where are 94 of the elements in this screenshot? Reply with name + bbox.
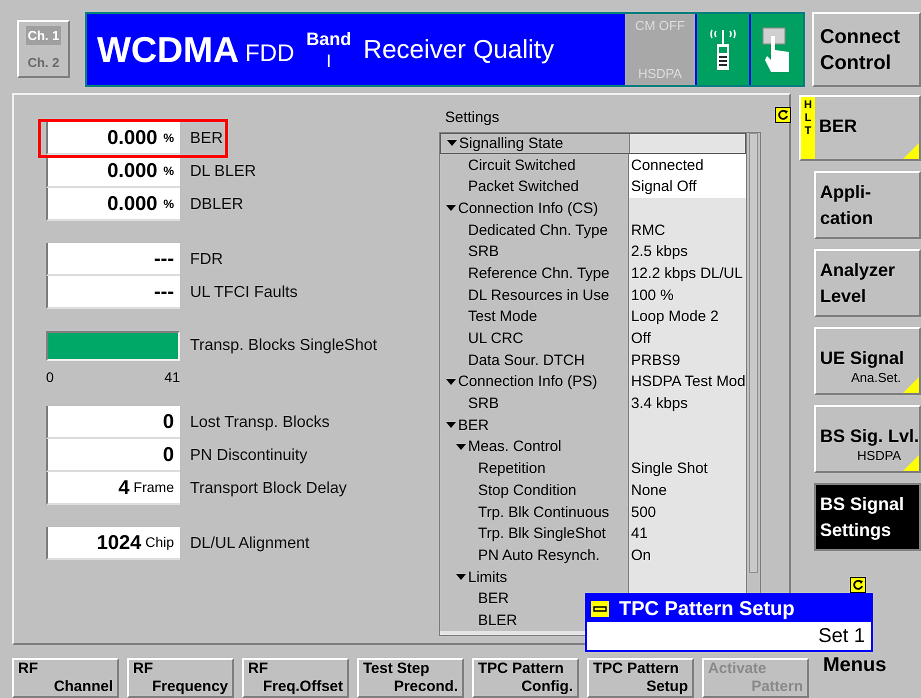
bottom-softkey[interactable]: TPC Pattern Config. [472,658,579,698]
setting-name[interactable]: Limits [468,570,508,585]
softkey-label: BER [818,115,857,138]
setting-value[interactable]: 2.5 kbps [631,244,688,260]
softkey-label: UE Signal [820,347,904,370]
setting-name[interactable]: BER [458,418,489,433]
result-label: DBLER [190,194,244,214]
setting-value[interactable]: Off [631,331,651,346]
value-cell[interactable]: Signal Off [628,176,746,198]
setting-value[interactable]: 12.2 kbps DL/UL [631,266,743,281]
touch-status[interactable] [751,14,803,85]
expand-arrow-icon[interactable] [446,204,456,212]
result-label: PN Discontinuity [190,446,308,466]
setting-name[interactable]: BLER [478,612,518,628]
expand-arrow-icon[interactable] [447,139,457,148]
softkey-label: Analyzer Level [820,259,896,308]
expand-arrow-icon[interactable] [446,378,456,386]
result-label: Lost Transp. Blocks [190,412,330,432]
softkey[interactable]: Analyzer Level [814,249,921,317]
bottom-softkey[interactable]: TPC Pattern Setup [587,658,694,698]
phone-status[interactable] [697,14,749,85]
value-cell[interactable]: Connected [628,154,746,176]
result-label: UL TFCI Faults [190,282,298,302]
mobile-phone-icon [708,28,738,72]
result-value: 0.000 [107,158,158,184]
setting-value[interactable]: 500 [631,504,656,520]
setting-value[interactable]: None [631,482,667,498]
result-label: Transp. Blocks SingleShot [190,336,378,356]
setting-name[interactable]: SRB [468,396,499,412]
softkey[interactable]: BS Signal Settings [814,483,921,551]
popup-title: TPC Pattern Setup [619,596,795,622]
setting-name[interactable]: SRB [468,244,499,260]
result-unit: % [163,162,174,180]
popup-field[interactable]: Set 1 [587,622,871,650]
menu-corner-icon [903,455,919,471]
softkey[interactable]: UE Signal Ana.Set. [814,327,921,395]
softkey[interactable]: BS Sig. Lvl. HSDPA [814,405,921,473]
refresh-icon[interactable] [775,107,791,123]
setting-value[interactable]: PRBS9 [631,352,680,368]
setting-value[interactable]: 3.4 kbps [631,396,688,412]
scale-min: 0 [46,368,54,387]
bottom-softkey[interactable]: Test Step Precond. [357,658,464,698]
menus-label[interactable]: Menus [823,650,886,680]
result-unit: % [163,196,174,212]
refresh-icon[interactable] [850,577,866,593]
setting-value[interactable]: 100 % [631,288,674,303]
softkey-label: Appli- cation [820,181,873,230]
bottom-softkey[interactable]: RF Channel [12,658,119,698]
application-title: Receiver Quality [363,33,554,66]
hlt-tag: HLT [800,97,815,159]
result-label: FDR [190,250,223,270]
band-value: I [326,52,332,70]
expand-arrow-icon[interactable] [456,573,466,582]
connect-control-button[interactable]: Connect Control [812,12,921,87]
standard-mode: FDD [244,38,294,68]
softkey-label: BS Signal Settings [820,493,904,542]
result-value: --- [154,246,174,272]
result-unit: Frame [134,478,174,497]
selected-row[interactable]: Signalling State [440,132,746,154]
result-value: 0.000 [107,126,158,150]
softkey[interactable]: Appli- cation [814,171,921,239]
setting-name[interactable]: BER [478,591,509,606]
setting-value[interactable]: RMC [631,222,666,238]
band-label: Band [306,30,352,48]
bottom-softkey[interactable]: RF Freq.Offset [242,658,349,698]
setting-value[interactable]: 41 [631,526,648,542]
softkey-sublabel: HSDPA [856,449,902,462]
standard-title: WCDMA [97,32,239,68]
menu-corner-icon [903,377,919,393]
minimize-icon[interactable] [591,600,609,616]
result-label: BER [190,128,223,148]
scale-max: 41 [164,368,180,387]
result-value: 0 [162,410,174,434]
setting-value[interactable]: On [631,548,652,563]
result-label: Transport Block Delay [190,478,347,498]
result-unit: Chip [145,533,174,552]
menu-corner-icon [903,143,919,159]
bottom-softkey[interactable]: RF Frequency [127,658,234,698]
softkey-sublabel: Ana.Set. [850,371,902,384]
result-value: 0 [162,442,174,468]
setting-value[interactable]: Loop Mode 2 [631,309,719,324]
result-value: 0.000 [107,192,158,216]
setting-value[interactable]: HSDPA Test Mod [631,374,746,390]
setting-value[interactable]: Single Shot [631,461,708,476]
result-value: 1024 [96,530,142,556]
expand-arrow-icon[interactable] [456,442,466,451]
result-value: --- [154,280,174,304]
settings-title: Settings [444,108,500,128]
result-unit: % [163,130,174,146]
softkey-label: BS Sig. Lvl. [820,425,919,448]
result-label: DL/UL Alignment [190,534,310,554]
expand-arrow-icon[interactable] [446,421,456,430]
result-value: 4 [118,476,130,500]
result-label: DL BLER [190,162,256,182]
